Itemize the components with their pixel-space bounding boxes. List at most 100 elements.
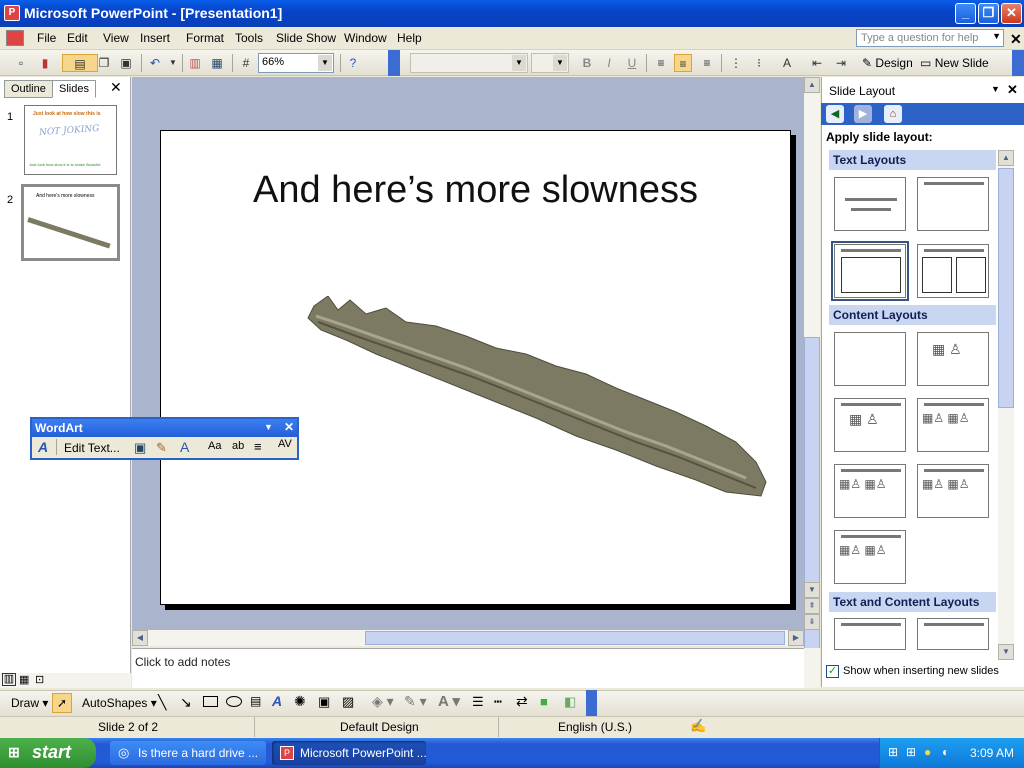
next-slide-icon[interactable]: ⇟ bbox=[804, 614, 820, 630]
undo-icon[interactable]: ↶ bbox=[146, 54, 164, 72]
text-box-icon[interactable]: ▤ bbox=[250, 694, 261, 708]
same-letter-heights-icon[interactable]: Aa bbox=[208, 440, 221, 452]
menu-edit[interactable]: Edit bbox=[67, 31, 88, 45]
increase-font-size-icon[interactable]: A bbox=[778, 54, 796, 72]
line-style-icon[interactable]: ☰ bbox=[472, 694, 484, 710]
3d-style-icon[interactable]: ◧ bbox=[564, 694, 576, 710]
menu-slide-show[interactable]: Slide Show bbox=[276, 31, 336, 45]
tab-outline[interactable]: Outline bbox=[4, 80, 53, 98]
close-icon[interactable]: ✕ bbox=[284, 420, 294, 434]
copy-icon[interactable]: ❐ bbox=[95, 54, 113, 72]
slide-show-icon[interactable]: ⊡ bbox=[35, 673, 44, 686]
clock[interactable]: 3:09 AM bbox=[970, 746, 1014, 760]
oval-icon[interactable] bbox=[226, 696, 242, 707]
fill-color-icon[interactable]: ◈ ▾ bbox=[372, 693, 394, 710]
clip-art-icon[interactable]: ▣ bbox=[318, 694, 330, 710]
wordart-shape-icon[interactable]: A bbox=[180, 439, 189, 455]
insert-diagram-icon[interactable]: ✺ bbox=[294, 693, 306, 710]
insert-wordart-icon[interactable]: A bbox=[38, 439, 48, 455]
slide-sorter-icon[interactable]: ▦ bbox=[19, 673, 29, 686]
zoom-select[interactable]: 66% ▼ bbox=[258, 53, 334, 73]
security-icon[interactable]: ● bbox=[924, 745, 931, 759]
toolbar-options-handle[interactable] bbox=[388, 50, 400, 76]
toolbar-options-handle[interactable] bbox=[586, 690, 597, 716]
normal-view-icon[interactable]: ▥ bbox=[2, 673, 16, 686]
powerpoint-app-icon[interactable]: P bbox=[4, 5, 20, 21]
back-icon[interactable]: ◀ bbox=[826, 105, 844, 123]
toolbar-options-handle[interactable] bbox=[1012, 50, 1024, 76]
insert-table-icon[interactable]: ▦ bbox=[208, 54, 226, 72]
close-button[interactable]: ✕ bbox=[1001, 3, 1022, 24]
align-left-icon[interactable]: ≡ bbox=[652, 54, 670, 72]
increase-indent-icon[interactable]: ⇥ bbox=[832, 54, 850, 72]
edit-text-button[interactable]: Edit Text... bbox=[64, 441, 120, 455]
chevron-down-icon[interactable]: ▼ bbox=[264, 422, 273, 432]
shadow-style-icon[interactable]: ■ bbox=[540, 694, 548, 709]
wordart-gallery-icon[interactable]: ▣ bbox=[134, 440, 146, 456]
rectangle-icon[interactable] bbox=[203, 696, 218, 707]
layout-title-only[interactable] bbox=[917, 177, 989, 231]
decrease-indent-icon[interactable]: ⇤ bbox=[808, 54, 826, 72]
font-size-select[interactable]: ▼ bbox=[531, 53, 569, 73]
layout-title-and-two-content[interactable]: ▦♙ ▦♙ bbox=[917, 398, 989, 452]
layout-title-two-content-and-content[interactable]: ▦♙ ▦♙ bbox=[917, 464, 989, 518]
network-icon[interactable]: ⊞ bbox=[906, 745, 916, 759]
spelling-icon[interactable]: ✍ bbox=[690, 718, 706, 734]
design-button[interactable]: ✎ Design bbox=[862, 56, 913, 70]
previous-slide-icon[interactable]: ⇞ bbox=[804, 598, 820, 614]
draw-menu-button[interactable]: Draw ▾ bbox=[11, 696, 48, 710]
alignment-icon[interactable]: ≡ bbox=[254, 439, 262, 454]
vertical-scrollbar[interactable]: ▲ ▼ ⇞ ⇟ bbox=[804, 77, 820, 657]
minimize-button[interactable]: _ bbox=[955, 3, 976, 24]
dash-style-icon[interactable]: ┅ bbox=[494, 694, 502, 710]
wordart-object[interactable] bbox=[306, 296, 776, 506]
bold-icon[interactable]: B bbox=[578, 54, 596, 72]
paste-icon[interactable]: ▣ bbox=[117, 54, 135, 72]
new-slide-button[interactable]: ▭ New Slide bbox=[920, 56, 989, 70]
scrollbar-thumb[interactable] bbox=[365, 631, 785, 645]
align-right-icon[interactable]: ≡ bbox=[698, 54, 716, 72]
font-color-icon[interactable]: A ▾ bbox=[438, 692, 460, 710]
taskbar-button-browser[interactable]: ◎ Is there a hard drive ... bbox=[110, 741, 266, 765]
checkmark-icon[interactable]: ✓ bbox=[826, 665, 839, 678]
format-wordart-icon[interactable]: ✎ bbox=[156, 440, 167, 456]
character-spacing-icon[interactable]: AV bbox=[278, 438, 292, 450]
wordart-toolbar-titlebar[interactable]: WordArt ▼ ✕ bbox=[32, 419, 297, 437]
scroll-down-icon[interactable]: ▼ bbox=[998, 644, 1014, 660]
taskbar-button-powerpoint[interactable]: P Microsoft PowerPoint ... bbox=[272, 741, 426, 765]
forward-icon[interactable]: ▶ bbox=[854, 105, 872, 123]
task-pane-title[interactable]: Slide Layout bbox=[829, 84, 895, 98]
layout-title-and-two-column-text[interactable] bbox=[917, 244, 989, 298]
open-icon[interactable]: ▮ bbox=[36, 54, 54, 72]
layout-title-content-and-two-content[interactable]: ▦♙ ▦♙ bbox=[834, 464, 906, 518]
close-pane-icon[interactable]: ✕ bbox=[110, 79, 122, 96]
vertical-text-icon[interactable]: ab bbox=[232, 440, 244, 452]
document-icon[interactable] bbox=[6, 30, 24, 46]
slide-thumbnail-1[interactable]: Just look at how slow this is NOT JOKING… bbox=[24, 105, 117, 175]
layout-blank[interactable] bbox=[834, 332, 906, 386]
undo-dropdown-icon[interactable]: ▼ bbox=[164, 54, 182, 72]
bullets-icon[interactable]: ⁝ bbox=[750, 54, 768, 72]
layout-title-text-and-content[interactable] bbox=[834, 618, 906, 650]
close-document-icon[interactable]: ✕ bbox=[1010, 31, 1022, 48]
new-icon[interactable]: ▫ bbox=[12, 54, 30, 72]
help-icon[interactable]: ? bbox=[344, 54, 362, 72]
tab-slides[interactable]: Slides bbox=[52, 80, 96, 98]
notes-scrollbar[interactable] bbox=[804, 648, 820, 688]
scroll-down-icon[interactable]: ▼ bbox=[804, 582, 820, 598]
line-color-icon[interactable]: ✎ ▾ bbox=[404, 693, 427, 710]
select-objects-icon[interactable]: ➚ bbox=[52, 693, 72, 713]
menu-help[interactable]: Help bbox=[397, 31, 422, 45]
insert-chart-icon[interactable]: ▥ bbox=[186, 54, 204, 72]
menu-file[interactable]: File bbox=[37, 31, 56, 45]
menu-window[interactable]: Window bbox=[344, 31, 387, 45]
align-center-icon[interactable]: ≡ bbox=[674, 54, 692, 72]
show-grid-icon[interactable]: # bbox=[237, 54, 255, 72]
show-when-inserting-checkbox[interactable]: ✓ Show when inserting new slides bbox=[826, 664, 1016, 682]
slide-thumbnail-2[interactable]: And here's more slowness bbox=[21, 184, 120, 261]
horizontal-scrollbar[interactable]: ◀ ▶ bbox=[132, 630, 804, 646]
menu-format[interactable]: Format bbox=[186, 31, 224, 45]
start-button[interactable]: ⊞ start bbox=[0, 738, 96, 768]
chevron-down-icon[interactable]: ▼ bbox=[512, 55, 526, 71]
help-search-input[interactable]: Type a question for help ▼ bbox=[856, 29, 1004, 47]
